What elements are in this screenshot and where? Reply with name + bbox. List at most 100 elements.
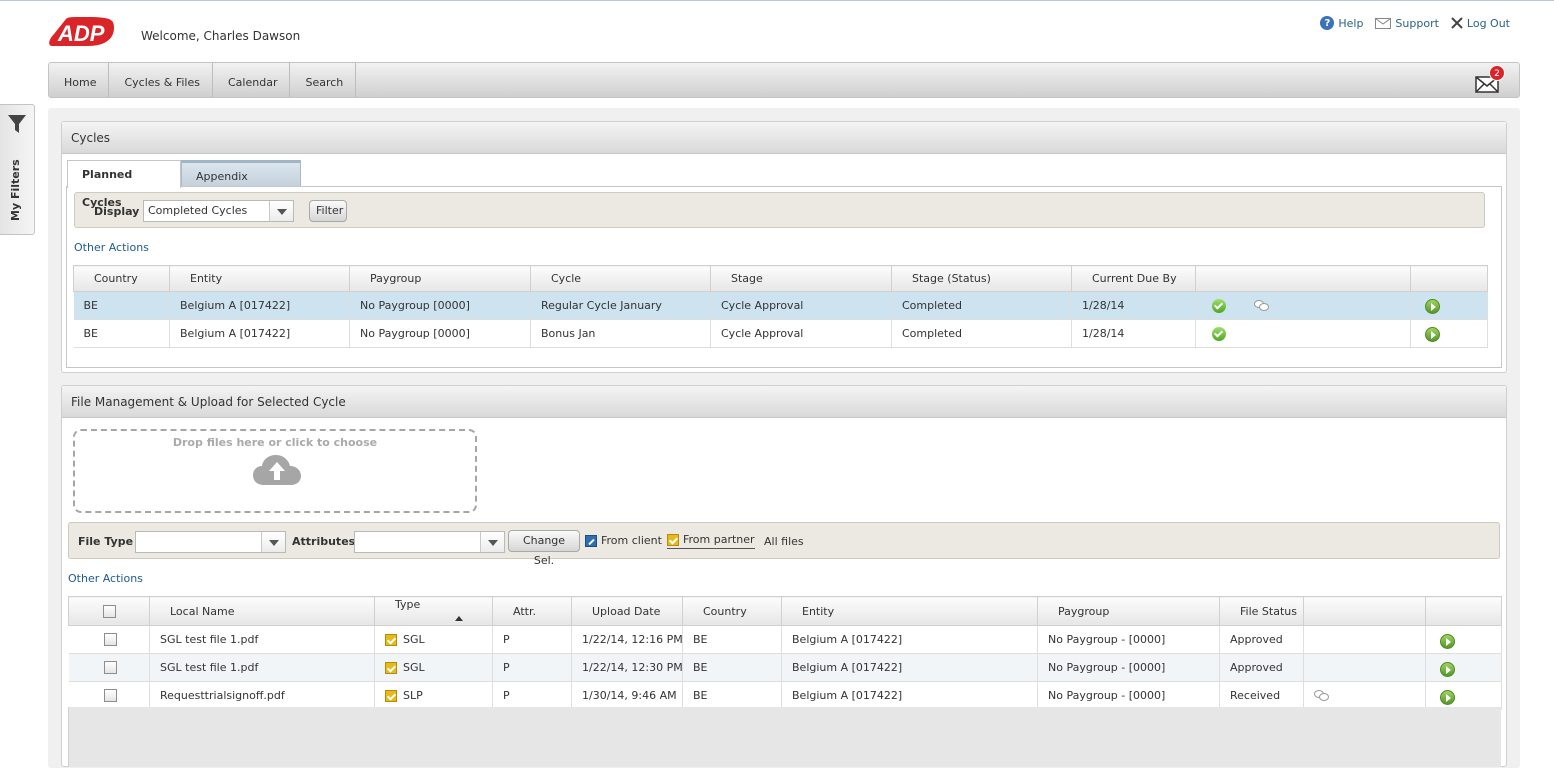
display-select[interactable]: Completed Cycles [143,200,294,222]
partner-file-icon [385,662,397,674]
cell-country: BE [682,681,782,710]
from-client-filter[interactable]: From client [585,534,662,547]
logout-link[interactable]: Log Out [1451,16,1510,30]
col-entity[interactable]: Entity [781,596,1038,626]
from-partner-filter[interactable]: From partner [667,533,755,549]
cell-due: 1/28/14 [1071,291,1196,320]
tab-planned-cycles[interactable]: Planned Cycles [67,160,181,209]
help-link[interactable]: ? Help [1320,16,1363,30]
close-icon [1451,17,1463,29]
cell-paygroup: No Paygroup - [0000] [1037,625,1220,654]
change-selection-button[interactable]: Change Sel. [508,530,580,567]
go-arrow-icon[interactable] [1440,661,1455,677]
table-row[interactable]: Requesttrialsignoff.pdf SLP P 1/30/14, 9… [68,681,1502,710]
cloud-upload-icon [253,455,301,485]
cell-action [1425,625,1502,654]
col-comments [1303,596,1426,626]
support-link[interactable]: Support [1375,16,1439,30]
go-arrow-icon[interactable] [1440,689,1455,705]
row-checkbox[interactable] [103,689,117,703]
cell-select [68,681,150,710]
cell-file-status: Received [1219,681,1304,710]
table-row[interactable]: SGL test file 1.pdf SGL P 1/22/14, 12:16… [68,625,1502,654]
from-partner-icon [667,533,679,546]
partner-file-icon [385,690,397,702]
nav-search[interactable]: Search [290,63,357,97]
files-table-empty-area [68,707,1501,767]
filter-button[interactable]: Filter [309,200,347,222]
files-other-actions-link[interactable]: Other Actions [68,572,143,585]
check-icon [1212,298,1226,313]
cell-paygroup: No Paygroup - [0000] [1037,653,1220,682]
comments-icon[interactable] [1314,690,1330,702]
cell-status: Completed [891,291,1072,320]
mail-count-badge: 2 [1489,65,1505,81]
col-upload-date[interactable]: Upload Date [571,596,683,626]
col-stage[interactable]: Stage [710,265,892,292]
col-actions [1425,596,1502,626]
col-local-name[interactable]: Local Name [149,596,375,626]
from-partner-label: From partner [683,533,755,546]
cell-file-status: Approved [1219,653,1304,682]
col-paygroup[interactable]: Paygroup [1037,596,1220,626]
nav-cycles-files[interactable]: Cycles & Files [109,63,213,97]
table-row[interactable]: SGL test file 1.pdf SGL P 1/22/14, 12:30… [68,653,1502,682]
col-cycle[interactable]: Cycle [530,265,711,292]
logout-label: Log Out [1466,16,1510,30]
col-file-status[interactable]: File Status [1219,596,1304,626]
col-country[interactable]: Country [682,596,782,626]
col-entity[interactable]: Entity [169,265,350,292]
go-arrow-icon[interactable] [1425,327,1440,342]
go-arrow-icon[interactable] [1440,633,1455,649]
all-files-filter[interactable]: All files [764,535,804,548]
sort-ascending-icon [455,615,463,621]
tab-appendix-cycles[interactable]: Appendix Cycles [181,160,301,211]
col-attr[interactable]: Attr. [492,596,572,626]
select-all-cell [68,596,150,626]
file-filter-bar: File Type Attributes Change Sel. From cl… [68,522,1500,567]
cell-comments [1303,681,1426,710]
table-row[interactable]: BE Belgium A [017422] No Paygroup [0000]… [73,319,1488,348]
adp-logo-icon: ADP [49,17,114,46]
check-icon [1212,326,1226,341]
files-table-header: Local Name Type Attr. Upload Date Countr… [68,596,1502,626]
cell-type-value: SGL [403,633,425,646]
cell-action [1410,291,1488,320]
cell-select [68,653,150,682]
cell-select [68,625,150,654]
row-checkbox[interactable] [103,661,117,675]
cell-type: SLP [374,681,493,710]
partner-file-icon [385,634,397,646]
row-checkbox[interactable] [103,633,117,647]
cell-indicators [1195,319,1411,348]
cell-attr: P [492,625,572,654]
my-filters-label: My Filters [9,159,22,221]
cycles-other-actions-link[interactable]: Other Actions [74,241,149,254]
col-paygroup[interactable]: Paygroup [349,265,531,292]
messages-button[interactable]: 2 [1475,65,1505,93]
file-type-label: File Type [78,535,134,548]
file-dropzone[interactable]: Drop files here or click to choose [73,429,477,513]
main-nav: Home Cycles & Files Calendar Search 2 [48,62,1520,98]
select-all-checkbox[interactable] [103,604,116,618]
file-panel-title: File Management & Upload for Selected Cy… [62,386,1506,418]
nav-calendar[interactable]: Calendar [213,63,291,97]
go-arrow-icon[interactable] [1425,299,1440,314]
nav-home[interactable]: Home [49,63,110,97]
attributes-select[interactable] [354,531,505,553]
col-current-due-by[interactable]: Current Due By [1071,265,1196,292]
table-row[interactable]: BE Belgium A [017422] No Paygroup [0000]… [73,291,1488,320]
col-country[interactable]: Country [73,265,170,292]
cycles-table-header: Country Entity Paygroup Cycle Stage Stag… [73,265,1488,292]
envelope-icon [1375,17,1392,29]
col-type[interactable]: Type [374,596,493,626]
files-table: Local Name Type Attr. Upload Date Countr… [68,596,1502,710]
col-stage-status[interactable]: Stage (Status) [891,265,1072,292]
help-icon: ? [1320,16,1335,30]
cell-type-value: SLP [403,689,423,702]
my-filters-tab[interactable]: My Filters [0,104,35,235]
adp-logo[interactable]: ADP [48,16,114,48]
comments-icon[interactable] [1253,299,1270,312]
cycles-panel-title: Cycles [62,122,1506,154]
file-type-select[interactable] [135,531,286,553]
